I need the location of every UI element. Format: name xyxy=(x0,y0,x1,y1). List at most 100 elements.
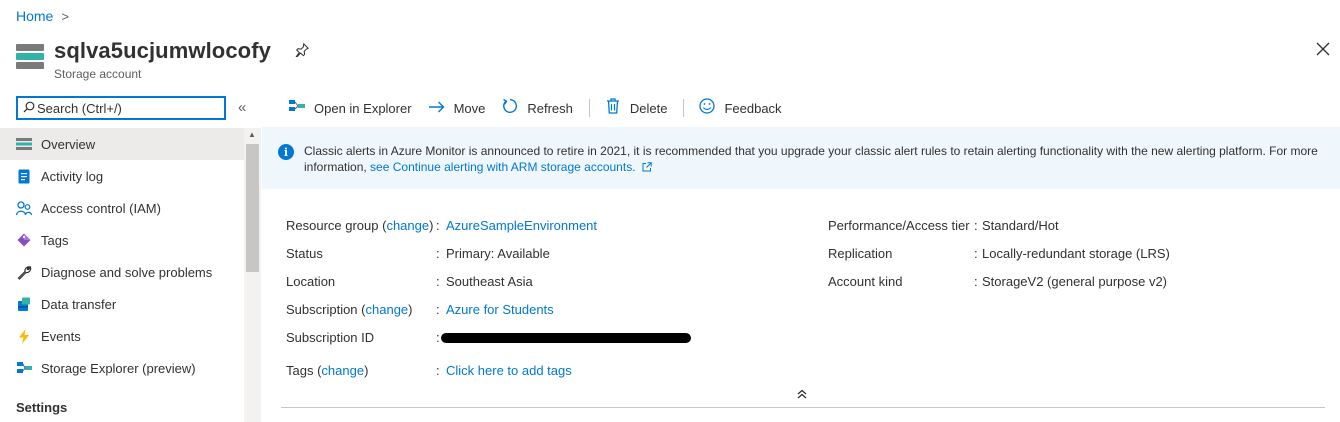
essentials-row-location: Location : Southeast Asia xyxy=(286,274,533,289)
search-icon xyxy=(23,101,35,116)
status-value: Primary: Available xyxy=(446,246,550,261)
move-label: Move xyxy=(453,100,486,116)
delete-label: Delete xyxy=(629,100,668,116)
subscription-id-label: Subscription ID xyxy=(286,330,375,345)
colon: : xyxy=(974,246,978,261)
replication-value: Locally-redundant storage (LRS) xyxy=(982,246,1170,261)
delete-button[interactable]: Delete xyxy=(604,98,668,118)
subscription-label: Subscription (change) xyxy=(286,302,413,317)
resource-group-value-link[interactable]: AzureSampleEnvironment xyxy=(446,218,597,233)
performance-value: Standard/Hot xyxy=(982,218,1059,233)
arrow-right-icon xyxy=(428,100,446,117)
sidebar-item-overview[interactable]: Overview xyxy=(0,128,244,160)
feedback-button[interactable]: Feedback xyxy=(698,98,782,118)
sidebar-item-label: Activity log xyxy=(41,168,104,184)
colon: : xyxy=(436,302,440,317)
banner-link-text: see Continue alerting with ARM storage a… xyxy=(370,160,636,174)
replication-label: Replication xyxy=(828,246,893,261)
essentials-row-tags: Tags (change) : Click here to add tags xyxy=(286,363,572,378)
location-value: Southeast Asia xyxy=(446,274,533,289)
performance-label: Performance/Access tier xyxy=(828,218,970,233)
sidebar-item-diagnose[interactable]: Diagnose and solve problems xyxy=(0,256,244,288)
banner-link[interactable]: see Continue alerting with ARM storage a… xyxy=(370,160,652,174)
sidebar-section-settings: Settings xyxy=(16,400,68,415)
essentials-divider xyxy=(281,407,1325,408)
storage-explorer-icon xyxy=(16,360,32,376)
sidebar-item-activity-log[interactable]: Activity log xyxy=(0,160,244,192)
status-label: Status xyxy=(286,246,323,261)
pin-icon[interactable] xyxy=(295,42,309,61)
banner-text: Classic alerts in Azure Monitor is annou… xyxy=(304,143,1326,189)
subscription-change-link[interactable]: change xyxy=(366,302,409,317)
sidebar-item-label: Tags xyxy=(41,232,69,248)
collapse-menu-icon[interactable]: « xyxy=(238,99,246,116)
resource-header: sqlva5ucjumwlocofy Storage account xyxy=(16,38,309,81)
breadcrumb: Home > xyxy=(16,8,69,24)
sidebar-item-label: Storage Explorer (preview) xyxy=(41,360,196,376)
colon: : xyxy=(436,363,440,378)
sidebar-item-storage-explorer[interactable]: Storage Explorer (preview) xyxy=(0,352,244,384)
sidebar-item-label: Access control (IAM) xyxy=(41,200,161,216)
tags-change-link[interactable]: change xyxy=(321,363,364,378)
scroll-up-icon[interactable]: ▲ xyxy=(248,130,256,139)
chevron-right-icon: > xyxy=(61,8,69,24)
lightning-icon xyxy=(16,328,32,344)
open-in-explorer-label: Open in Explorer xyxy=(314,100,412,116)
search-box xyxy=(16,96,226,120)
sidebar-item-access-control[interactable]: Access control (IAM) xyxy=(0,192,244,224)
sidebar-item-label: Diagnose and solve problems xyxy=(41,264,213,280)
sidebar-item-label: Overview xyxy=(41,136,96,152)
subscription-id-value xyxy=(441,330,701,346)
add-tags-link[interactable]: Click here to add tags xyxy=(446,363,572,378)
sidebar-item-events[interactable]: Events xyxy=(0,320,244,352)
resource-group-label: Resource group (change) xyxy=(286,218,434,233)
essentials-row-subscription: Subscription (change) : Azure for Studen… xyxy=(286,302,554,317)
scrollbar-thumb[interactable] xyxy=(246,144,259,272)
page-title: sqlva5ucjumwlocofy xyxy=(54,38,271,63)
subscription-value-link[interactable]: Azure for Students xyxy=(446,302,554,317)
sidebar-item-tags[interactable]: Tags xyxy=(0,224,244,256)
overview-icon xyxy=(16,136,32,152)
essentials-row-resource-group: Resource group (change) : AzureSampleEnv… xyxy=(286,218,597,233)
colon: : xyxy=(974,274,978,289)
info-icon: i xyxy=(278,144,294,160)
move-button[interactable]: Move xyxy=(428,100,486,117)
refresh-label: Refresh xyxy=(527,100,573,116)
tags-label: Tags (change) xyxy=(286,363,369,378)
external-link-icon xyxy=(642,162,652,172)
data-transfer-icon xyxy=(16,296,32,312)
tags-label-text: Tags xyxy=(286,363,314,378)
close-icon[interactable] xyxy=(1316,40,1330,60)
sidebar-scrollbar[interactable]: ▲ xyxy=(244,128,261,422)
redaction-mark xyxy=(441,333,691,343)
essentials-row-subscription-id: Subscription ID : xyxy=(286,330,691,345)
refresh-button[interactable]: Refresh xyxy=(501,98,573,118)
colon: : xyxy=(436,218,440,233)
open-in-explorer-button[interactable]: Open in Explorer xyxy=(288,99,412,117)
smiley-icon xyxy=(698,98,716,118)
essentials-row-replication: Replication : Locally-redundant storage … xyxy=(828,246,1170,261)
subscription-label-text: Subscription xyxy=(286,302,358,317)
essentials-row-performance: Performance/Access tier : Standard/Hot xyxy=(828,218,1059,233)
trash-icon xyxy=(604,98,622,118)
resource-menu: Overview Activity log Access control (IA… xyxy=(0,128,244,422)
resource-type: Storage account xyxy=(54,67,142,81)
account-kind-label: Account kind xyxy=(828,274,903,289)
toolbar-divider xyxy=(683,99,685,117)
account-kind-value: StorageV2 (general purpose v2) xyxy=(982,274,1168,289)
location-label: Location xyxy=(286,274,336,289)
wrench-icon xyxy=(16,264,32,280)
storage-explorer-icon xyxy=(288,99,306,117)
sidebar-item-data-transfer[interactable]: Data transfer xyxy=(0,288,244,320)
collapse-essentials-icon[interactable] xyxy=(797,388,807,402)
search-input[interactable] xyxy=(37,100,207,116)
colon: : xyxy=(436,274,440,289)
storage-account-icon xyxy=(16,44,44,70)
essentials-row-status: Status : Primary: Available xyxy=(286,246,550,261)
people-icon xyxy=(16,200,32,216)
refresh-icon xyxy=(501,98,519,118)
resource-group-change-link[interactable]: change xyxy=(386,218,429,233)
breadcrumb-home-link[interactable]: Home xyxy=(16,8,53,24)
feedback-label: Feedback xyxy=(724,100,782,116)
tag-icon xyxy=(16,232,32,248)
